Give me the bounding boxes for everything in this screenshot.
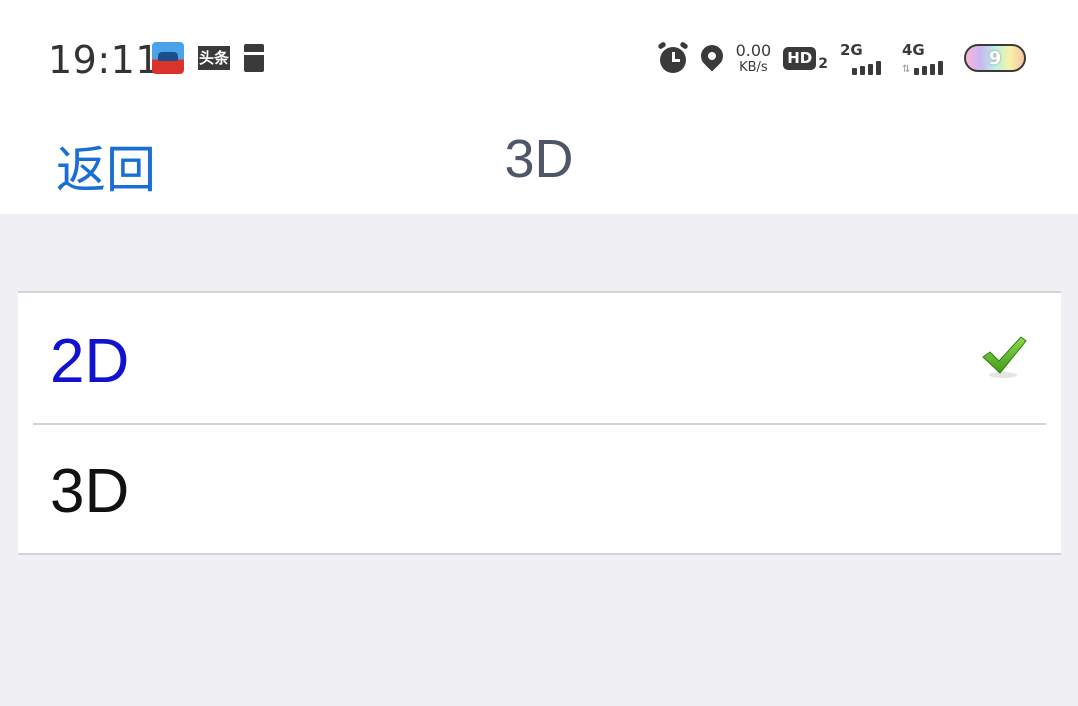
option-label: 3D: [50, 457, 130, 526]
network-speed-value: 0.00: [735, 40, 772, 60]
location-icon: [696, 40, 728, 73]
alarm-icon: [656, 41, 689, 73]
signal-4g-label: 4G: [902, 41, 925, 59]
option-2d[interactable]: 2D: [18, 293, 1061, 423]
option-label: 2D: [50, 327, 130, 396]
signal-4g-icon: 4G ⇅: [902, 41, 952, 75]
status-time: 19:11: [48, 38, 161, 82]
signal-2g-icon: 2G: [840, 41, 890, 75]
battery-icon: 9: [964, 44, 1026, 72]
network-speed: 0.00 KB/s: [735, 40, 772, 75]
option-3d[interactable]: 3D: [18, 423, 1061, 553]
checkmark-icon: [982, 336, 1027, 378]
car-app-icon: [152, 42, 184, 74]
hd-voice-icon: HD 2: [783, 46, 828, 72]
screen: 19:11 头条 0.00 KB/s HD 2 2G 4G ⇅ 9 返回 3D …: [0, 0, 1078, 706]
signal-2g-label: 2G: [840, 41, 863, 59]
system-icons: 0.00 KB/s HD 2 2G 4G ⇅ 9: [656, 38, 1026, 78]
navigation-bar: 返回 3D: [0, 110, 1078, 214]
hd-sub: 2: [818, 55, 828, 72]
toutiao-icon: 头条: [198, 46, 230, 70]
options-list: 2D 3D: [18, 291, 1061, 555]
status-bar: 19:11 头条 0.00 KB/s HD 2 2G 4G ⇅ 9: [0, 0, 1078, 110]
battery-level: 9: [988, 47, 1002, 69]
notification-icons: 头条: [152, 42, 264, 74]
sd-card-icon: [244, 44, 264, 72]
data-arrows-icon: ⇅: [902, 64, 911, 75]
page-title: 3D: [504, 129, 574, 189]
hd-label: HD: [783, 46, 817, 70]
network-speed-unit: KB/s: [739, 59, 768, 75]
